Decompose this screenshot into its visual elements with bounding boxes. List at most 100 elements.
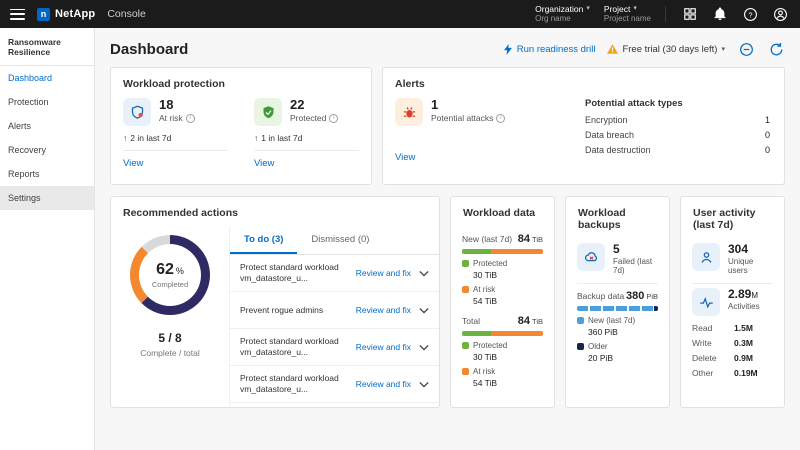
- account-icon[interactable]: [770, 4, 790, 24]
- legend-at-risk: At risk: [462, 367, 543, 376]
- activity-row: Other0.19M: [692, 368, 773, 378]
- at-risk-label: At risk: [159, 113, 183, 123]
- app-name: Console: [107, 8, 146, 20]
- legend-older-value: 20 PiB: [588, 353, 658, 363]
- sidebar-item-protection[interactable]: Protection: [0, 90, 94, 114]
- potential-attacks-stat: 1 Potential attacks View: [395, 98, 585, 165]
- completion-summary: 62% Completed 5 / 8 Complete / total: [111, 227, 229, 407]
- attack-bug-icon: [395, 98, 423, 126]
- attack-type-row: Data breach0: [585, 130, 770, 140]
- activities-stat: 2.89M Activities: [692, 288, 773, 316]
- unique-users-count: 304: [728, 243, 773, 256]
- divider: [577, 283, 658, 284]
- completion-label: Completed: [152, 280, 188, 289]
- organization-picker[interactable]: Organization▾ Org name: [535, 4, 590, 25]
- sidebar-item-recovery[interactable]: Recovery: [0, 138, 94, 162]
- navy-swatch-icon: [577, 343, 584, 350]
- attack-type-row: Encryption1: [585, 115, 770, 125]
- card-title: Workload data: [451, 197, 554, 227]
- recommended-actions-card: Recommended actions 62% Completed 5 / 8 …: [110, 196, 440, 408]
- review-and-fix-link[interactable]: Review and fix: [356, 379, 411, 389]
- recommended-list: Protect standard workload vm_datastore_u…: [230, 255, 439, 407]
- activity-row: Write0.3M: [692, 338, 773, 348]
- at-risk-stat: 18 At risk 2 in last 7d View: [123, 98, 228, 171]
- run-readiness-drill-button[interactable]: Run readiness drill: [503, 44, 596, 55]
- divider: [692, 283, 773, 284]
- refresh-icon[interactable]: [767, 40, 785, 58]
- user-activity-card: User activity (last 7d) 304 Unique users: [680, 196, 785, 408]
- new-data-bar: [462, 249, 543, 254]
- netapp-logo-icon: n: [37, 8, 50, 21]
- review-and-fix-link[interactable]: Review and fix: [356, 268, 411, 278]
- backup-data-bar: [577, 306, 658, 311]
- chevron-down-icon[interactable]: [417, 266, 431, 280]
- at-risk-count: 18: [159, 98, 195, 112]
- card-title: Alerts: [383, 68, 784, 98]
- completion-fraction: 5 / 8: [158, 331, 181, 345]
- potential-attacks-label: Potential attacks: [431, 113, 493, 123]
- at-risk-trend: 2 in last 7d: [123, 133, 228, 151]
- action-text: Protect standard workload vm_datastore_u…: [240, 262, 350, 283]
- sidebar-title: Ransomware Resilience: [0, 28, 94, 66]
- sidebar-item-alerts[interactable]: Alerts: [0, 114, 94, 138]
- organization-value: Org name: [535, 14, 590, 24]
- unique-users-stat: 304 Unique users: [692, 243, 773, 275]
- at-risk-shield-icon: [123, 98, 151, 126]
- at-risk-view-link[interactable]: View: [123, 158, 143, 169]
- project-label: Project: [604, 4, 630, 15]
- workspace-switcher-icon[interactable]: [680, 4, 700, 24]
- action-text: Protect standard workload vm_datastore_u…: [240, 373, 350, 394]
- tab-to-do[interactable]: To do (3): [230, 227, 297, 254]
- info-icon[interactable]: [186, 114, 195, 123]
- protected-count: 22: [290, 98, 338, 112]
- notifications-bell-icon[interactable]: [710, 4, 730, 24]
- recommended-tabs: To do (3) Dismissed (0): [230, 227, 439, 255]
- legend-protected: Protected: [462, 259, 543, 268]
- project-picker[interactable]: Project▾ Project name: [604, 4, 651, 25]
- recommended-action-row[interactable]: Prevent rogue admins Review and fix: [230, 292, 439, 329]
- project-value: Project name: [604, 14, 651, 24]
- trend-up-icon: [254, 133, 258, 143]
- failed-label: Failed (last 7d): [613, 257, 658, 275]
- workload-data-card: Workload data New (last 7d)84TiB Protect…: [450, 196, 555, 408]
- green-swatch-icon: [462, 260, 469, 267]
- sidebar-item-settings[interactable]: Settings: [0, 186, 94, 210]
- collapse-icon[interactable]: [737, 40, 755, 58]
- protected-view-link[interactable]: View: [254, 158, 274, 169]
- review-and-fix-link[interactable]: Review and fix: [356, 305, 411, 315]
- recommended-action-row[interactable]: Protect standard workload vm_datastore_u…: [230, 366, 439, 403]
- alerts-card: Alerts 1 Potential attacks View: [382, 67, 785, 185]
- orange-swatch-icon: [462, 286, 469, 293]
- brand-name: NetApp: [55, 8, 95, 20]
- review-and-fix-link[interactable]: Review and fix: [356, 342, 411, 352]
- chevron-down-icon[interactable]: [417, 340, 431, 354]
- total-data-bar: [462, 331, 543, 336]
- help-icon[interactable]: ?: [740, 4, 760, 24]
- attack-types-title: Potential attack types: [585, 98, 770, 109]
- chevron-down-icon: ▾: [586, 5, 590, 14]
- trend-up-icon: [123, 133, 127, 143]
- free-trial-dropdown[interactable]: Free trial (30 days left) ▾: [607, 44, 725, 55]
- chevron-down-icon[interactable]: [417, 303, 431, 317]
- unique-users-label: Unique users: [728, 257, 773, 275]
- protected-label: Protected: [290, 113, 326, 123]
- info-icon[interactable]: [496, 114, 505, 123]
- tab-dismissed[interactable]: Dismissed (0): [297, 227, 383, 254]
- protected-shield-icon: [254, 98, 282, 126]
- card-title: Workload protection: [111, 68, 371, 98]
- recommended-action-row[interactable]: Recover your critical workloads faster R…: [230, 403, 439, 407]
- legend-at-risk-value: 54 TiB: [473, 378, 543, 388]
- sidebar-item-dashboard[interactable]: Dashboard: [0, 66, 94, 90]
- hamburger-menu-icon[interactable]: [10, 9, 25, 20]
- recommended-action-row[interactable]: Protect standard workload vm_datastore_u…: [230, 329, 439, 366]
- recommended-action-row[interactable]: Protect standard workload vm_datastore_u…: [230, 255, 439, 292]
- activity-row: Read1.5M: [692, 323, 773, 333]
- alerts-view-link[interactable]: View: [395, 152, 415, 163]
- sidebar-item-reports[interactable]: Reports: [0, 162, 94, 186]
- attack-types-panel: Potential attack types Encryption1 Data …: [585, 98, 770, 165]
- info-icon[interactable]: [329, 114, 338, 123]
- completion-percent: 62: [156, 261, 174, 278]
- action-text: Prevent rogue admins: [240, 305, 350, 316]
- chevron-down-icon[interactable]: [417, 377, 431, 391]
- failed-backups-stat: 5 Failed (last 7d): [577, 243, 658, 275]
